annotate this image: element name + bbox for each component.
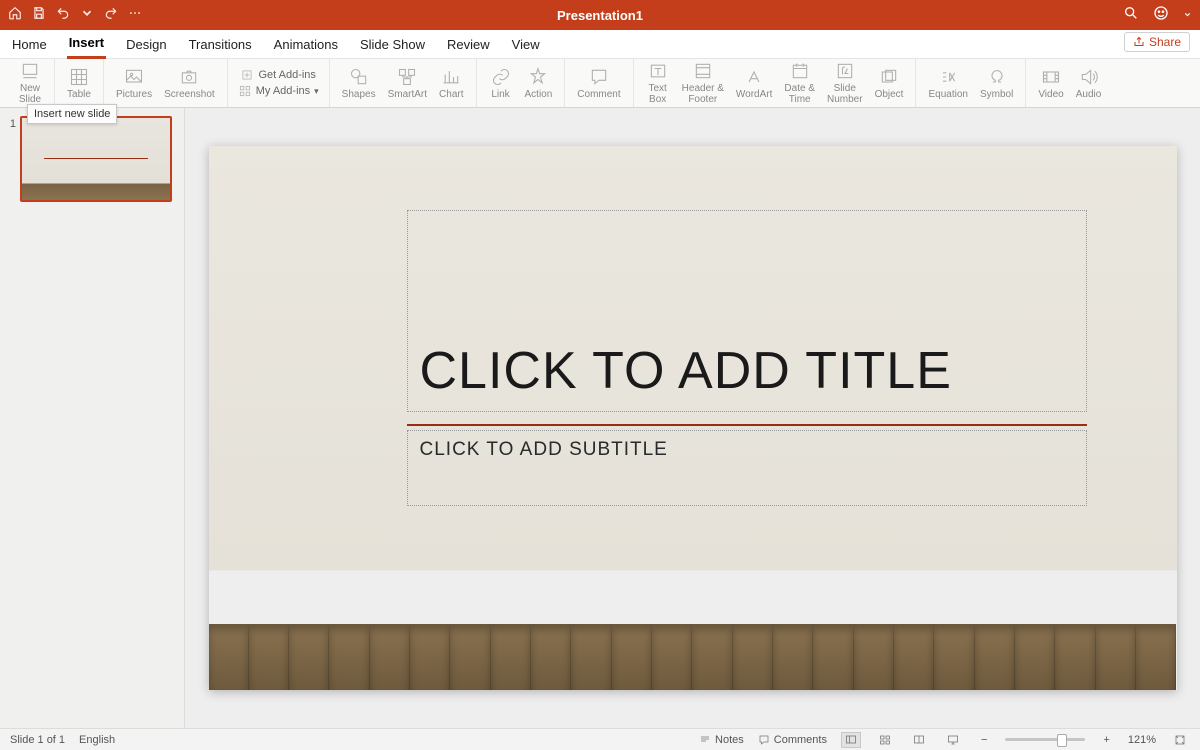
tab-view[interactable]: View [510,33,542,58]
audio-button[interactable]: Audio [1070,65,1108,102]
notes-toggle[interactable]: Notes [699,734,744,746]
tab-slideshow[interactable]: Slide Show [358,33,427,58]
zoom-out-icon[interactable]: − [977,734,991,746]
new-slide-button[interactable]: New Slide [12,59,48,107]
comment-button[interactable]: Comment [571,65,626,102]
slide-thumbnail-panel: 1 [0,108,185,728]
symbol-button[interactable]: Symbol [974,65,1019,102]
reading-view-icon[interactable] [909,732,929,748]
object-button[interactable]: Object [869,65,910,102]
wordart-button[interactable]: WordArt [730,65,779,102]
tab-insert[interactable]: Insert [67,31,106,59]
fit-window-icon[interactable] [1170,732,1190,748]
action-button[interactable]: Action [519,65,559,102]
shapes-button[interactable]: Shapes [336,65,382,102]
search-icon[interactable] [1123,5,1139,26]
comments-toggle[interactable]: Comments [758,734,827,746]
slide-canvas[interactable]: CLICK TO ADD TITLE CLICK TO ADD SUBTITLE [209,146,1177,690]
my-addins-button[interactable]: My Add-ins▾ [234,84,323,98]
zoom-slider[interactable] [1005,738,1085,741]
textbox-button[interactable]: Text Box [640,59,676,107]
header-footer-button[interactable]: Header & Footer [676,59,730,107]
thumbnail-number: 1 [6,116,16,130]
tab-animations[interactable]: Animations [272,33,340,58]
undo-dropdown-icon[interactable] [80,6,94,25]
get-addins-button[interactable]: Get Add-ins [234,68,323,82]
zoom-in-icon[interactable]: + [1099,734,1113,746]
chart-button[interactable]: Chart [433,65,469,102]
language-status[interactable]: English [79,734,115,746]
slideshow-view-icon[interactable] [943,732,963,748]
video-button[interactable]: Video [1032,65,1069,102]
equation-button[interactable]: Equation [922,65,973,102]
pictures-button[interactable]: Pictures [110,65,158,102]
undo-icon[interactable] [56,6,70,25]
slide-count: Slide 1 of 1 [10,734,65,746]
screenshot-button[interactable]: Screenshot [158,65,221,102]
zoom-level[interactable]: 121% [1128,734,1156,746]
title-placeholder[interactable]: CLICK TO ADD TITLE [407,210,1087,412]
new-slide-tooltip: Insert new slide [27,104,117,124]
tab-review[interactable]: Review [445,33,492,58]
redo-icon[interactable] [104,6,118,25]
subtitle-placeholder[interactable]: CLICK TO ADD SUBTITLE [407,430,1087,506]
slidenumber-button[interactable]: Slide Number [821,59,869,107]
document-title: Presentation1 [557,8,643,23]
link-button[interactable]: Link [483,65,519,102]
wood-floor-graphic [209,624,1177,690]
share-label: Share [1149,35,1181,49]
tab-design[interactable]: Design [124,33,168,58]
table-button[interactable]: Table [61,65,97,102]
account-icon[interactable] [1153,5,1169,26]
datetime-button[interactable]: Date & Time [778,59,821,107]
slide-thumbnail-1[interactable] [20,116,172,202]
save-icon[interactable] [32,6,46,25]
account-dropdown-icon[interactable] [1183,6,1192,24]
tab-transitions[interactable]: Transitions [187,33,254,58]
home-icon[interactable] [8,6,22,25]
share-button[interactable]: Share [1124,32,1190,52]
sorter-view-icon[interactable] [875,732,895,748]
normal-view-icon[interactable] [841,732,861,748]
divider-line [407,424,1087,426]
smartart-button[interactable]: SmartArt [382,65,433,102]
more-icon[interactable] [128,6,142,25]
tab-home[interactable]: Home [10,33,49,58]
